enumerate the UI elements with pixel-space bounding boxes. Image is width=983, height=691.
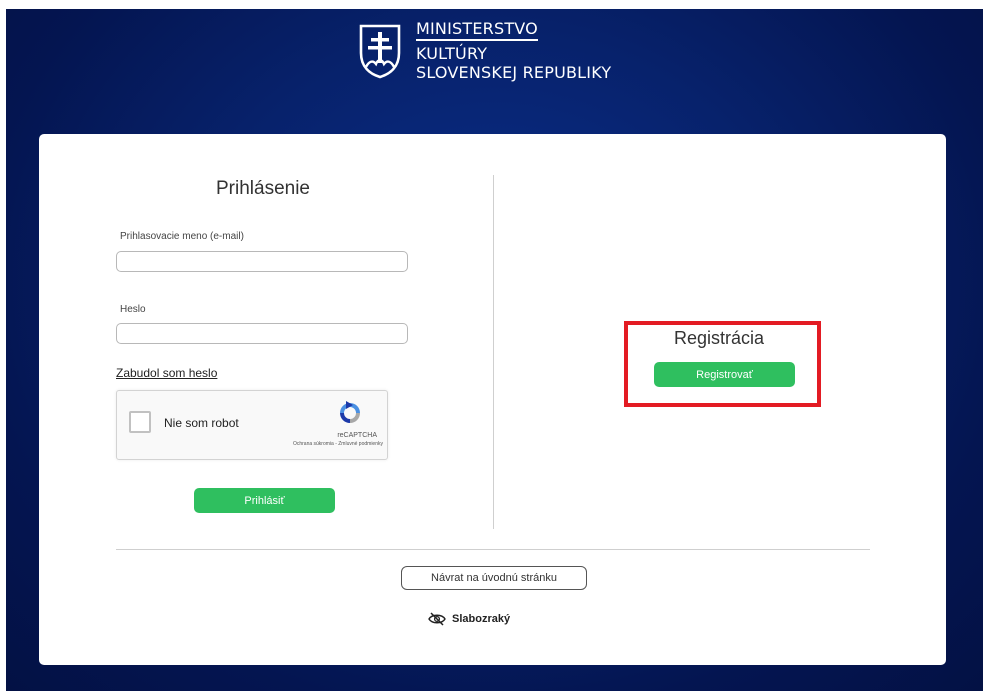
- low-vision-label: Slabozraký: [452, 613, 511, 625]
- logo-line-republiky: SLOVENSKEJ REPUBLIKY: [416, 63, 612, 82]
- password-label: Heslo: [120, 304, 146, 315]
- page-background: MINISTERSTVO KULTÚRY SLOVENSKEJ REPUBLIK…: [6, 9, 983, 691]
- recaptcha-label: Nie som robot: [164, 416, 239, 430]
- username-label: Prihlasovacie meno (e-mail): [120, 231, 244, 242]
- logo-line-kultury: KULTÚRY: [416, 44, 488, 63]
- login-button[interactable]: Prihlásiť: [194, 488, 335, 513]
- low-vision-toggle[interactable]: Slabozraký: [428, 610, 510, 628]
- recaptcha-terms[interactable]: Ochrana súkromia - Zmluvné podmienky: [273, 441, 383, 447]
- login-title: Prihlásenie: [216, 178, 310, 199]
- username-input[interactable]: [116, 251, 408, 272]
- recaptcha-logo-icon: [340, 401, 360, 423]
- slovak-crest-icon: [359, 24, 401, 79]
- registration-title: Registrácia: [673, 328, 765, 348]
- ministry-logo[interactable]: MINISTERSTVO KULTÚRY SLOVENSKEJ REPUBLIK…: [358, 19, 648, 91]
- column-divider: [493, 175, 494, 529]
- back-to-home-button[interactable]: Návrat na úvodnú stránku: [401, 566, 587, 590]
- eye-slash-icon: [428, 612, 446, 626]
- password-input[interactable]: [116, 323, 408, 344]
- ministry-name: MINISTERSTVO KULTÚRY SLOVENSKEJ REPUBLIK…: [416, 19, 611, 82]
- auth-card: Prihlásenie Prihlasovacie meno (e-mail) …: [39, 134, 946, 665]
- logo-line-ministerstvo: MINISTERSTVO: [416, 19, 538, 41]
- register-button[interactable]: Registrovať: [654, 362, 795, 387]
- recaptcha-widget: Nie som robot reCAPTCHA Ochrana súkromia…: [116, 390, 388, 460]
- forgot-password-link[interactable]: Zabudol som heslo: [116, 366, 217, 380]
- recaptcha-brand: reCAPTCHA: [337, 432, 377, 439]
- footer-divider: [116, 549, 870, 550]
- recaptcha-checkbox[interactable]: [129, 411, 151, 433]
